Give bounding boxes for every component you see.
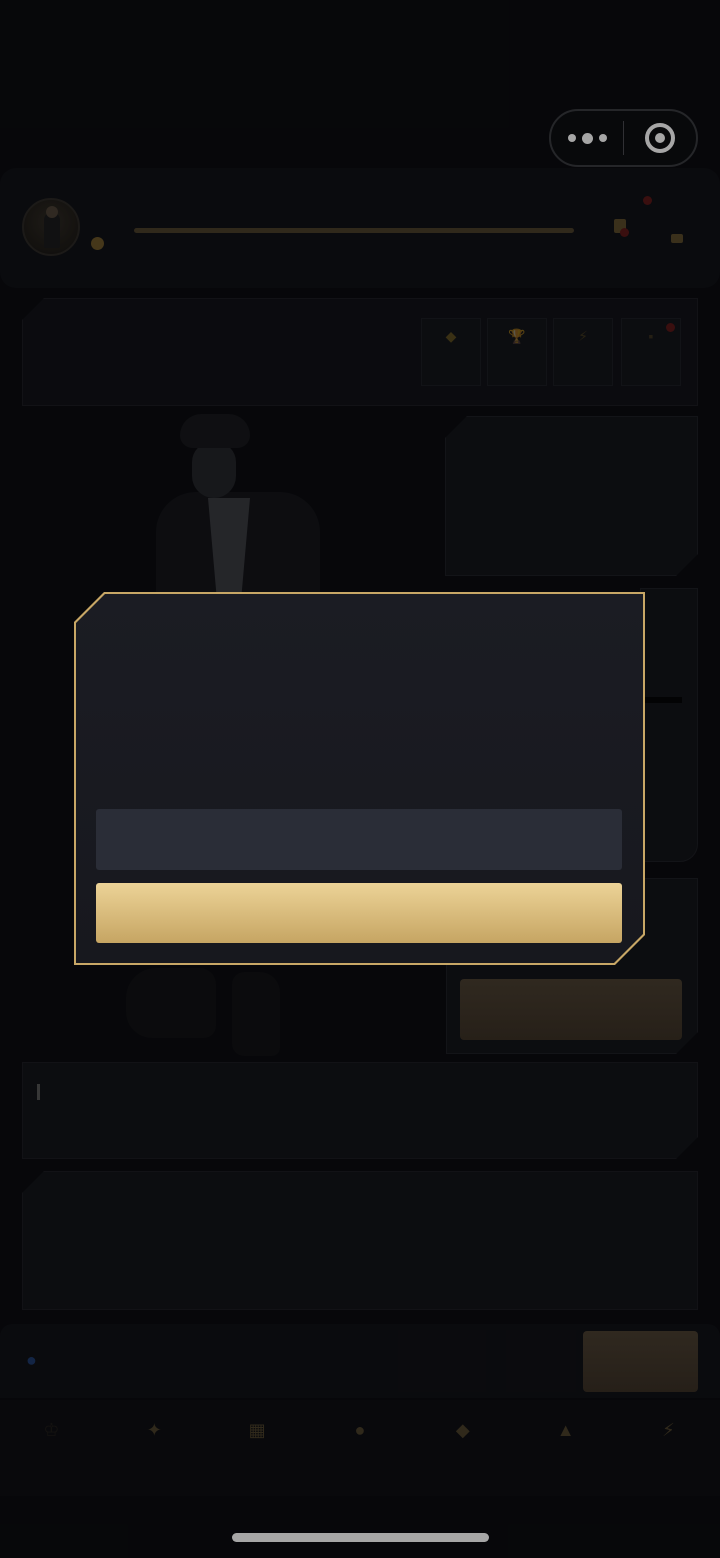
notification-dot [643,196,652,205]
rank-podium-icon[interactable]: ▲ [536,1420,596,1441]
stat-trophy[interactable]: 🏆 [487,318,547,386]
bottom-slot[interactable] [398,1330,486,1392]
rank-icon[interactable]: ♔ [21,1420,81,1441]
level-progress-bar [134,228,574,233]
home-indicator[interactable] [232,1533,489,1542]
confirm-button[interactable] [96,883,622,943]
target-close-icon [645,123,675,153]
divider [643,697,682,703]
card-action-button[interactable] [460,979,682,1040]
stat-diamond[interactable]: ◆ [421,318,481,386]
notification-dot [666,323,675,332]
player-avatar[interactable] [22,198,80,256]
bottom-slot[interactable] [506,1330,576,1392]
close-button[interactable] [624,111,696,165]
friends-icon[interactable]: ● [330,1420,390,1441]
content-panel [22,1171,698,1310]
trophy-icon: 🏆 [508,328,526,344]
section-marker [37,1084,40,1100]
info-card-top [445,416,698,576]
cancel-button[interactable] [96,809,622,870]
flame-icon: ● [26,1350,37,1370]
dash-icon[interactable]: ✦ [124,1420,184,1441]
stat-energy[interactable]: ⚡ [553,318,613,386]
coin-icon [91,237,104,250]
city-icon[interactable]: ▦ [227,1420,287,1441]
section-panel [22,1062,698,1159]
notification-dot [620,228,629,237]
more-dots-icon [567,134,576,142]
bottom-action-button[interactable] [583,1331,698,1392]
bag-icon: ▪ [648,328,654,344]
lightning-icon: ⚡ [578,328,588,344]
diamond-icon: ◆ [445,328,457,344]
gift-icon[interactable] [671,234,683,243]
diamond-icon[interactable]: ◆ [433,1420,493,1441]
mini-program-capsule [549,109,698,167]
lightning-icon[interactable]: ⚡ [638,1420,698,1441]
info-card-middle [640,588,698,862]
tab-bar: ♔ ✦ ▦ ● ◆ ▲ ⚡ [0,1400,720,1496]
more-button[interactable] [551,111,623,165]
